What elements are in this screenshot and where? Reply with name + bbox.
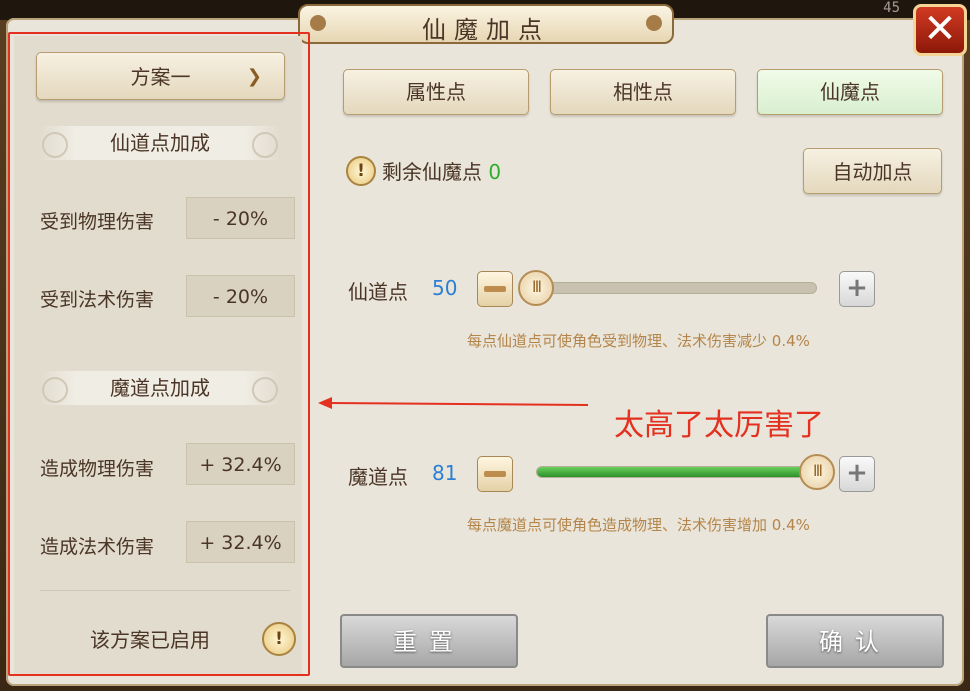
tab-label: 属性点	[406, 80, 466, 104]
mo-row-value: + 32.4%	[186, 443, 295, 485]
tab-label: 仙魔点	[820, 80, 880, 104]
window-title: 仙魔加点	[422, 16, 550, 44]
confirm-button[interactable]: 确认	[766, 614, 944, 668]
xian-bonus-header: 仙道点加成	[40, 126, 280, 160]
tab-label: 相性点	[613, 80, 673, 104]
chevron-down-icon: ❯	[246, 66, 262, 87]
title-bar: 仙魔加点	[298, 4, 674, 44]
mo-slider-handle[interactable]: III	[799, 454, 835, 490]
xian-decrease-button[interactable]	[477, 271, 513, 307]
divider	[40, 590, 290, 591]
xian-slider-track[interactable]	[536, 282, 817, 294]
mo-points-label: 魔道点	[348, 465, 408, 489]
minus-icon	[484, 471, 506, 477]
xian-points-label: 仙道点	[348, 280, 408, 304]
mo-row-label: 造成法术伤害	[40, 536, 155, 558]
mo-points-value: 81	[432, 461, 458, 485]
xian-row-label: 受到法术伤害	[40, 289, 155, 311]
annotation-text: 太高了太厉害了	[614, 408, 824, 443]
auto-allocate-button[interactable]: 自动加点	[803, 148, 942, 194]
tab-attribute-points[interactable]: 属性点	[343, 69, 529, 115]
mo-slider-fill	[537, 467, 818, 477]
mo-description: 每点魔道点可使角色造成物理、法术伤害增加 0.4%	[467, 516, 810, 534]
xian-row-value: - 20%	[186, 197, 295, 239]
xian-description: 每点仙道点可使角色受到物理、法术伤害减少 0.4%	[467, 332, 810, 350]
plus-icon: +	[846, 273, 868, 303]
info-icon[interactable]: !	[262, 622, 296, 656]
scheme-dropdown-label: 方案一	[130, 65, 191, 89]
annotation-arrow-icon	[318, 397, 589, 409]
corner-number: 45	[883, 0, 900, 16]
xian-points-value: 50	[432, 276, 458, 300]
close-button[interactable]: ✕	[913, 4, 967, 56]
mo-bonus-header: 魔道点加成	[40, 371, 280, 405]
remaining-value: 0	[488, 160, 502, 184]
mo-row-value: + 32.4%	[186, 521, 295, 563]
tab-xianmo-points[interactable]: 仙魔点	[757, 69, 943, 115]
tab-affinity-points[interactable]: 相性点	[550, 69, 736, 115]
close-icon: ✕	[923, 6, 957, 52]
mo-row-label: 造成物理伤害	[40, 458, 155, 480]
scheme-dropdown[interactable]: 方案一 ❯	[36, 52, 285, 100]
xian-row-label: 受到物理伤害	[40, 211, 155, 233]
xian-row-value: - 20%	[186, 275, 295, 317]
mo-increase-button[interactable]: +	[839, 456, 875, 492]
plus-icon: +	[846, 458, 868, 488]
xian-increase-button[interactable]: +	[839, 271, 875, 307]
title-ornament-right-icon	[646, 15, 662, 31]
xian-slider-handle[interactable]: III	[518, 270, 554, 306]
reset-button[interactable]: 重置	[340, 614, 518, 668]
remaining-label: 剩余仙魔点 0	[382, 160, 502, 184]
mo-decrease-button[interactable]	[477, 456, 513, 492]
scheme-status: 该方案已启用	[90, 628, 210, 652]
warning-icon: !	[346, 156, 376, 186]
mo-slider-track[interactable]	[536, 466, 818, 478]
minus-icon	[484, 286, 506, 292]
